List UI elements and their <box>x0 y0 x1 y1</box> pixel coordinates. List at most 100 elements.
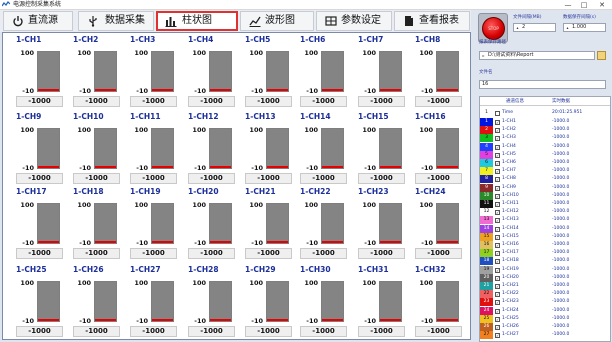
channel-checkbox[interactable]: ✓ <box>495 284 500 289</box>
tab-view-report[interactable]: 查看报表 <box>394 11 470 31</box>
table-row[interactable]: 12 ✓ 1-CH12 -1000.0 <box>480 208 610 217</box>
right-panel: STOP 文件间隔(MB) ▴ 2 数据保存间隔(s) ▴ 1.000 报表保存… <box>473 10 612 342</box>
channel-checkbox[interactable]: ✓ <box>495 152 500 158</box>
tab-bar-chart[interactable]: 柱状图 <box>156 11 238 31</box>
scale-max-label: 100 <box>304 126 318 134</box>
spinner-arrows-icon[interactable]: ▴ <box>515 25 520 30</box>
channel-checkbox[interactable]: ✓ <box>495 177 500 183</box>
tab-waveform[interactable]: 波形图 <box>240 11 314 31</box>
channel-checkbox[interactable]: ✓ <box>495 243 500 248</box>
table-row[interactable]: 14 ✓ 1-CH14 -1000.0 <box>480 224 610 233</box>
table-row[interactable]: 15 ✓ 1-CH15 -1000.0 <box>480 232 610 241</box>
table-row[interactable]: 2 ✓ 1-CH2 -1000.0 <box>480 126 610 135</box>
channel-gauge: 1-CH25 100 -10 -1000 <box>16 265 74 342</box>
table-row[interactable]: 22 ✓ 1-CH22 -1000.0 <box>480 290 610 299</box>
stop-button[interactable]: STOP <box>478 13 508 43</box>
channel-checkbox[interactable]: ✓ <box>495 308 500 314</box>
channel-color-swatch: 16 <box>480 241 493 249</box>
channel-checkbox[interactable]: ✓ <box>495 210 500 216</box>
table-row[interactable]: 10 ✓ 1-CH10 -1000.0 <box>480 191 610 200</box>
row-realtime-value: -1000.0 <box>552 258 570 264</box>
channel-bar-fill <box>152 319 173 321</box>
channel-checkbox[interactable]: ✓ <box>495 259 500 265</box>
path-dropdown-icon[interactable]: ▸ <box>481 53 486 58</box>
table-row[interactable]: 8 ✓ 1-CH8 -1000.0 <box>480 175 610 184</box>
table-row[interactable]: 25 ✓ 1-CH25 -1000.0 <box>480 314 610 323</box>
channel-checkbox[interactable]: ✓ <box>495 144 500 150</box>
table-row[interactable]: 6 ✓ 1-CH6 -1000.0 <box>480 159 610 167</box>
tab-dc-source[interactable]: 直流源 <box>3 11 73 31</box>
channel-checkbox[interactable]: ✓ <box>495 333 500 339</box>
channel-gauge: 1-CH32 100 -10 -1000 <box>415 265 473 342</box>
channel-checkbox[interactable]: ✓ <box>495 226 500 232</box>
channel-checkbox[interactable]: ✓ <box>495 292 500 298</box>
channel-value: -1000 <box>300 248 347 259</box>
table-row[interactable]: 13 ✓ 1-CH13 -1000.0 <box>480 216 610 225</box>
table-row[interactable]: 7 ✓ 1-CH7 -1000.0 <box>480 167 610 176</box>
table-row[interactable]: 23 ✓ 1-CH23 -1000.0 <box>480 298 610 307</box>
channel-checkbox[interactable]: ✓ <box>495 136 500 142</box>
channel-checkbox[interactable]: ✓ <box>495 218 500 224</box>
row-channel-name: 1-CH9 <box>502 184 516 190</box>
scale-min-label: -10 <box>22 164 34 172</box>
channel-checkbox[interactable]: ✓ <box>495 234 500 240</box>
channel-checkbox[interactable]: ✓ <box>495 325 500 330</box>
channel-checkbox[interactable]: ✓ <box>495 275 500 281</box>
table-row[interactable]: 26 ✓ 1-CH26 -1000.0 <box>480 323 610 331</box>
table-row[interactable]: 24 ✓ 1-CH24 -1000.0 <box>480 306 610 315</box>
channel-name: 1-CH10 <box>73 112 104 121</box>
channel-bar <box>209 128 232 169</box>
file-interval-input[interactable]: ▴ 2 <box>513 23 556 32</box>
table-row[interactable]: 21 ✓ 1-CH21 -1000.0 <box>480 282 610 290</box>
row-channel-name: 1-CH14 <box>502 225 519 231</box>
channel-checkbox[interactable]: ✓ <box>495 128 500 134</box>
row-realtime-value: -1000.0 <box>552 135 570 141</box>
table-row[interactable]: 27 ✓ 1-CH27 -1000.0 <box>480 331 610 340</box>
channel-checkbox[interactable]: ✓ <box>495 300 500 306</box>
report-path-input[interactable]: ▸ D:\测试资料\Report <box>479 51 595 60</box>
table-row[interactable]: 5 ✓ 1-CH5 -1000.0 <box>480 150 610 159</box>
table-row[interactable]: 1 ✓ 1-CH1 -1000.0 <box>480 118 610 126</box>
channel-checkbox[interactable]: ✓ <box>495 202 500 207</box>
scale-min-label: -10 <box>79 239 91 247</box>
channel-bar <box>151 203 174 244</box>
table-row[interactable]: 9 ✓ 1-CH9 -1000.0 <box>480 183 610 192</box>
minimize-button[interactable]: — <box>560 0 576 10</box>
maximize-button[interactable]: □ <box>576 0 592 10</box>
table-row[interactable]: 16 ✓ 1-CH16 -1000.0 <box>480 241 610 249</box>
tab-label: 查看报表 <box>419 15 459 26</box>
channel-color-swatch: 21 <box>480 282 493 290</box>
save-interval-input[interactable]: ▴ 1.000 <box>563 23 606 32</box>
channel-checkbox[interactable]: ✓ <box>495 161 500 166</box>
table-row[interactable]: 4 ✓ 1-CH4 -1000.0 <box>480 142 610 151</box>
channel-gauge: 1-CH2 100 -10 -1000 <box>73 35 131 112</box>
scale-max-label: 100 <box>249 126 263 134</box>
table-row[interactable]: 20 ✓ 1-CH20 -1000.0 <box>480 273 610 282</box>
folder-browse-icon[interactable] <box>597 51 606 60</box>
table-row[interactable]: 19 ✓ 1-CH19 -1000.0 <box>480 265 610 274</box>
table-row[interactable]: 17 ✓ 1-CH17 -1000.0 <box>480 249 610 258</box>
tab-data-acquisition[interactable]: 数据采集 <box>78 11 154 31</box>
spinner-arrows-icon[interactable]: ▴ <box>565 25 570 30</box>
channel-checkbox[interactable]: ✓ <box>495 193 500 199</box>
channel-checkbox[interactable]: ✓ <box>495 316 500 322</box>
close-button[interactable]: ✕ <box>594 0 610 10</box>
channel-checkbox[interactable]: ✓ <box>495 169 500 175</box>
channel-name: 1-CH28 <box>188 265 219 274</box>
channel-bar <box>151 281 174 322</box>
channel-checkbox[interactable]: ✓ <box>495 267 500 273</box>
channel-checkbox[interactable]: ✓ <box>495 120 500 125</box>
channel-gauge: 1-CH7 100 -10 -1000 <box>358 35 416 112</box>
scale-max-label: 100 <box>419 126 433 134</box>
table-row[interactable]: 1 Time 20:01:25.951 <box>480 109 610 117</box>
channel-checkbox[interactable]: ✓ <box>495 251 500 257</box>
table-row[interactable]: 18 ✓ 1-CH18 -1000.0 <box>480 257 610 266</box>
filename-input[interactable]: 16 <box>479 80 606 89</box>
channel-checkbox[interactable]: ✓ <box>495 185 500 191</box>
row-channel-name: 1-CH15 <box>502 233 519 239</box>
table-row[interactable]: 11 ✓ 1-CH11 -1000.0 <box>480 200 610 208</box>
scale-min-label: -10 <box>194 239 206 247</box>
table-row[interactable]: 3 ✓ 1-CH3 -1000.0 <box>480 134 610 143</box>
channel-checkbox[interactable] <box>495 111 500 116</box>
tab-parameter-settings[interactable]: 参数设定 <box>316 11 392 31</box>
